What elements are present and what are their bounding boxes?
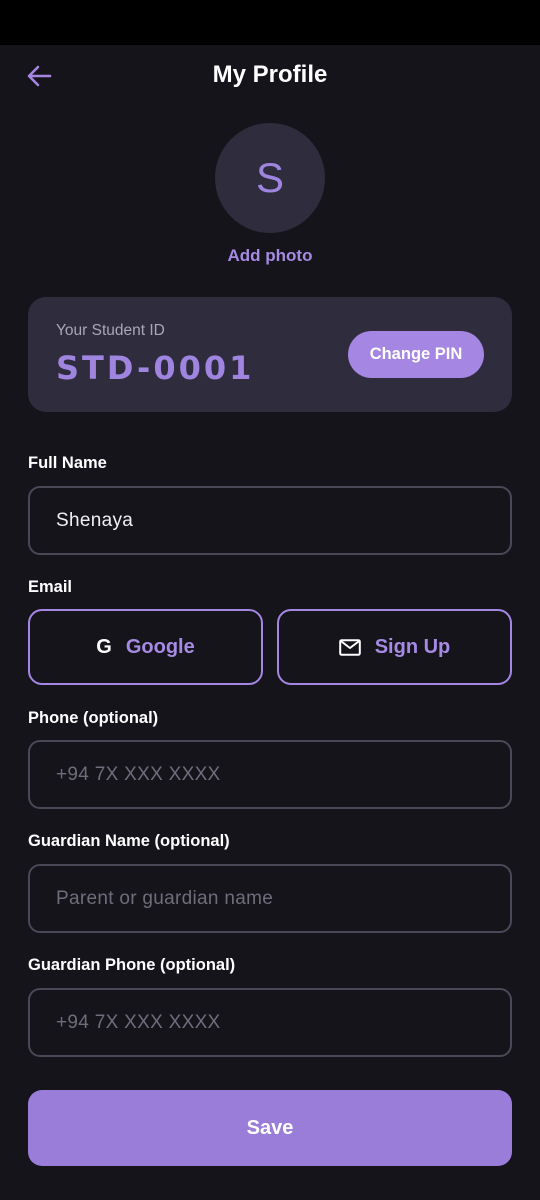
google-button-label: Google	[125, 635, 195, 658]
status-bar	[0, 0, 540, 45]
app-bar: My Profile	[0, 45, 540, 107]
student-id-label: Your Student ID	[56, 322, 165, 339]
guardian-name-input[interactable]	[30, 866, 510, 931]
avatar-initial: S	[255, 154, 284, 201]
student-id-card: Your Student ID STD-0001 Change PIN	[28, 297, 512, 412]
phone-field	[28, 740, 512, 809]
email-label: Email	[28, 578, 73, 596]
full-name-field	[28, 486, 512, 555]
mail-icon	[338, 638, 361, 656]
page-title: My Profile	[212, 61, 328, 88]
full-name-label: Full Name	[28, 454, 107, 472]
guardian-phone-label: Guardian Phone (optional)	[28, 956, 236, 974]
guardian-name-label: Guardian Name (optional)	[28, 832, 230, 850]
signup-button-label: Sign Up	[374, 635, 451, 658]
email-signup-button[interactable]: Sign Up	[277, 609, 512, 685]
student-id-value: STD-0001	[56, 349, 255, 387]
google-signin-button[interactable]: G Google	[28, 609, 263, 685]
add-photo-link[interactable]: Add photo	[0, 246, 540, 266]
save-button[interactable]: Save	[28, 1090, 512, 1166]
avatar[interactable]: S	[215, 123, 325, 233]
full-name-input[interactable]	[30, 488, 510, 553]
guardian-phone-input[interactable]	[30, 990, 510, 1055]
change-pin-button[interactable]: Change PIN	[348, 331, 484, 378]
google-icon: G	[96, 635, 112, 658]
guardian-name-field	[28, 864, 512, 933]
phone-input[interactable]	[30, 742, 510, 807]
phone-label: Phone (optional)	[28, 709, 159, 727]
guardian-phone-field	[28, 988, 512, 1057]
